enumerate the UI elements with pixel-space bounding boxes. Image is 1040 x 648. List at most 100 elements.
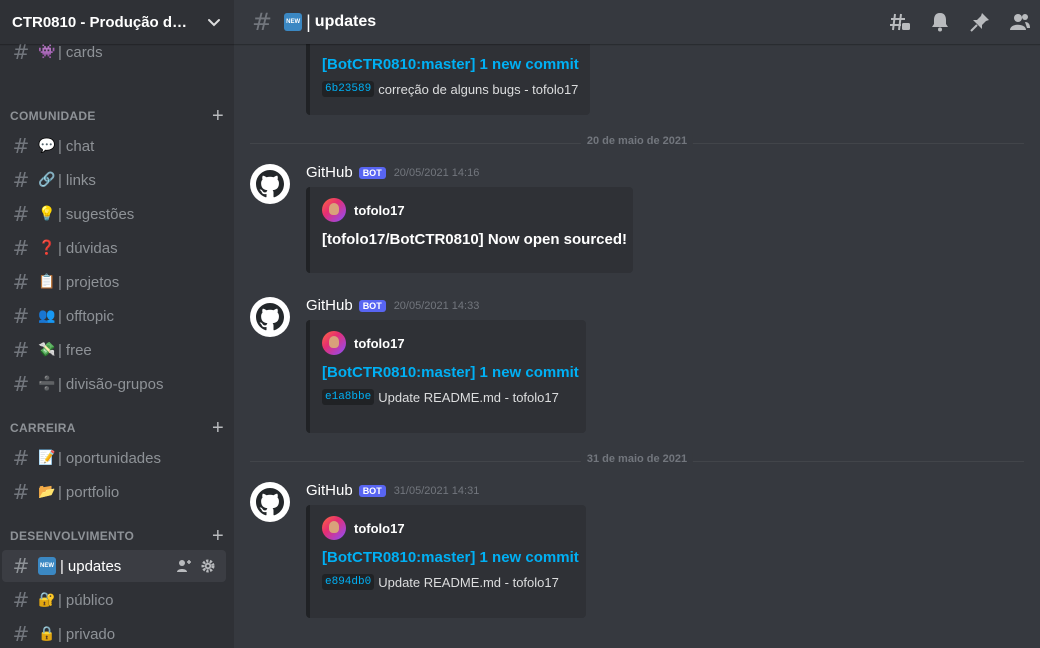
channel-sidebar: CTR0810 - Produção de ... # 👾 | cards CO…	[0, 0, 234, 648]
commit-message: correção de alguns bugs - tofolo17	[378, 81, 579, 97]
pin-icon[interactable]	[960, 0, 1000, 44]
hash-icon: #	[12, 236, 30, 260]
invite-icon[interactable]	[176, 558, 192, 574]
embed-author-avatar[interactable]	[322, 516, 346, 540]
embed-author-name[interactable]: tofolo17	[354, 336, 405, 351]
hash-icon: #	[12, 554, 30, 578]
channel-actions	[176, 558, 216, 574]
channel-label: público	[65, 591, 114, 609]
channel-emoji: 👾	[38, 44, 56, 60]
hash-icon: #	[12, 134, 30, 158]
channel-item-publico[interactable]: # 🔐 | público	[2, 584, 226, 616]
avatar[interactable]	[250, 164, 290, 204]
embed-author: tofolo17	[322, 330, 572, 356]
embed-author-name[interactable]: tofolo17	[354, 521, 405, 536]
channel-item-projetos[interactable]: # 📋 | projetos	[2, 266, 226, 298]
embed-author: tofolo17	[322, 197, 619, 223]
divide-icon: ➗	[38, 376, 56, 392]
commit-hash-link[interactable]: 6b23589	[322, 81, 375, 97]
channel-separator: |	[58, 307, 62, 325]
new-badge-icon: NEW	[38, 557, 56, 575]
github-icon	[256, 488, 284, 516]
channel-separator: |	[58, 239, 62, 257]
channel-label: dúvidas	[65, 239, 118, 257]
message-header: GitHub BOT 20/05/2021 14:33	[306, 297, 479, 314]
channel-item-oportunidades[interactable]: # 📝 | oportunidades	[2, 442, 226, 474]
channel-separator: |	[58, 449, 62, 467]
channel-item-duvidas[interactable]: # ❓ | dúvidas	[2, 232, 226, 264]
channel-item-privado[interactable]: # 🔒 | privado	[2, 618, 226, 648]
bell-icon[interactable]	[920, 0, 960, 44]
timestamp: 20/05/2021 14:33	[393, 299, 480, 312]
channel-separator: |	[58, 341, 62, 359]
header-toolbar	[880, 0, 1040, 44]
channel-item-divisao-grupos[interactable]: # ➗ | divisão-grupos	[2, 368, 226, 400]
add-channel-plus-icon[interactable]: +	[212, 106, 224, 126]
author-name[interactable]: GitHub	[306, 482, 353, 499]
author-name[interactable]: GitHub	[306, 297, 353, 314]
embed-author-avatar[interactable]	[322, 331, 346, 355]
avatar[interactable]	[250, 297, 290, 337]
timestamp: 31/05/2021 14:31	[393, 484, 480, 497]
channel-item-offtopic[interactable]: # 👥 | offtopic	[2, 300, 226, 332]
category-label: COMUNIDADE	[10, 109, 96, 123]
embed-description: e1a8bbe Update README.md - tofolo17	[322, 389, 572, 405]
threads-icon[interactable]	[880, 0, 920, 44]
channel-item-sugestoes[interactable]: # 💡 | sugestões	[2, 198, 226, 230]
embed-author-name[interactable]: tofolo17	[354, 203, 405, 218]
embed-title-link[interactable]: [BotCTR0810:master] 1 new commit	[322, 56, 579, 73]
date-divider: 31 de maio de 2021	[250, 453, 1024, 465]
commit-embed: [BotCTR0810:master] 1 new commit 6b23589…	[306, 44, 590, 115]
author-name[interactable]: GitHub	[306, 164, 353, 181]
hash-icon: #	[12, 202, 30, 226]
channel-separator: |	[306, 11, 311, 32]
avatar[interactable]	[250, 482, 290, 522]
channel-separator: |	[58, 625, 62, 643]
bot-badge: BOT	[358, 166, 386, 179]
embed-description: 6b23589 correção de alguns bugs - tofolo…	[322, 81, 579, 97]
commit-embed: tofolo17 [BotCTR0810:master] 1 new commi…	[306, 320, 586, 433]
link-icon: 🔗	[38, 172, 56, 188]
channel-item-updates[interactable]: # NEW | updates	[2, 550, 226, 582]
gear-icon[interactable]	[200, 558, 216, 574]
discord-app: CTR0810 - Produção de ... # 👾 | cards CO…	[0, 0, 1040, 648]
server-name: CTR0810 - Produção de ...	[12, 13, 192, 31]
date-divider-label: 31 de maio de 2021	[580, 453, 694, 465]
channel-item-free[interactable]: # 💸 | free	[2, 334, 226, 366]
channel-separator: |	[58, 483, 62, 501]
add-channel-plus-icon[interactable]: +	[212, 526, 224, 546]
channel-label: chat	[65, 137, 95, 155]
github-embed: tofolo17 [tofolo17/BotCTR0810] Now open …	[306, 187, 633, 273]
embed-title-link[interactable]: [BotCTR0810:master] 1 new commit	[322, 364, 579, 381]
channel-separator: |	[58, 43, 62, 61]
channel-item-chat[interactable]: # 💬 | chat	[2, 130, 226, 162]
commit-message: Update README.md - tofolo17	[378, 574, 559, 590]
commit-hash-link[interactable]: e894db0	[322, 574, 375, 590]
commit-embed: tofolo17 [BotCTR0810:master] 1 new commi…	[306, 505, 586, 618]
embed-title-link[interactable]: [BotCTR0810:master] 1 new commit	[322, 549, 579, 566]
channel-separator: |	[58, 171, 62, 189]
memo-icon: 📝	[38, 450, 56, 466]
category-label: CARREIRA	[10, 421, 76, 435]
add-channel-plus-icon[interactable]: +	[212, 418, 224, 438]
hash-icon: #	[12, 480, 30, 504]
lightbulb-icon: 💡	[38, 206, 56, 222]
timestamp: 20/05/2021 14:16	[393, 166, 480, 179]
commit-hash-link[interactable]: e1a8bbe	[322, 389, 375, 405]
channel-label: updates	[67, 557, 122, 575]
channel-item-portfolio[interactable]: # 📂 | portfolio	[2, 476, 226, 508]
category-desenvolvimento[interactable]: DESENVOLVIMENTO +	[10, 524, 224, 548]
embed-title[interactable]: [tofolo17/BotCTR0810] Now open sourced!	[322, 231, 627, 248]
members-icon[interactable]	[1000, 0, 1040, 44]
channel-label: offtopic	[65, 307, 114, 325]
embed-author-avatar[interactable]	[322, 198, 346, 222]
embed-description: e894db0 Update README.md - tofolo17	[322, 574, 572, 590]
speech-bubble-icon: 💬	[38, 138, 56, 154]
category-carreira[interactable]: CARREIRA +	[10, 416, 224, 440]
chat-main: # NEW | updates [BotCTR0810:master] 1 ne…	[234, 0, 1040, 648]
server-header[interactable]: CTR0810 - Produção de ...	[0, 0, 234, 44]
channel-separator: |	[58, 205, 62, 223]
category-comunidade[interactable]: COMUNIDADE +	[10, 104, 224, 128]
channel-item-links[interactable]: # 🔗 | links	[2, 164, 226, 196]
channel-label: divisão-grupos	[65, 375, 164, 393]
